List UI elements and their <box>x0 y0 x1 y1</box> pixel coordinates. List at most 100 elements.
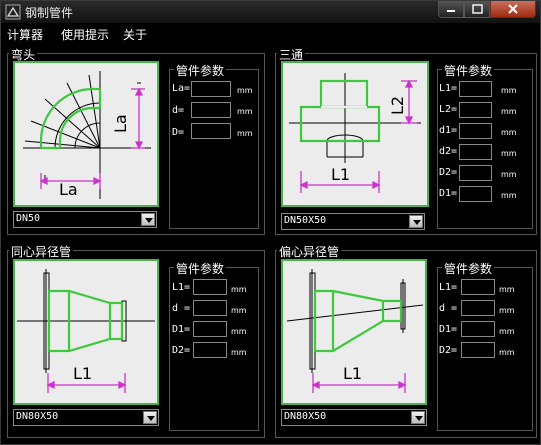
title-bar[interactable]: 钢制管件 <box>1 1 540 23</box>
elbow-drawing: La La <box>23 71 151 199</box>
tee-d2-input[interactable] <box>459 144 492 160</box>
tee-dropdown-button[interactable] <box>409 215 423 228</box>
eccentric-param-unit: mm <box>499 348 515 357</box>
tee-params-title: 管件参数 <box>442 62 495 79</box>
tee-param-unit: mm <box>501 107 517 116</box>
app-window: 钢制管件 计算器 使用提示 关于 弯头 La La 管件参数 La= mm d=… <box>0 0 541 445</box>
elbow-la-input[interactable] <box>191 81 231 97</box>
concentric-param-unit: mm <box>231 306 247 315</box>
chevron-down-icon <box>147 416 155 421</box>
eccentric-panel-title: 偏心异径管 <box>277 243 342 260</box>
concentric-size-value: DN80X50 <box>16 411 59 422</box>
tee-param-label: L1= <box>439 83 458 94</box>
eccentric-size-value: DN80X50 <box>284 411 327 422</box>
tee-D2-input[interactable] <box>459 165 492 181</box>
concentric-panel-title: 同心异径管 <box>9 243 74 260</box>
maximize-button[interactable] <box>464 1 490 18</box>
concentric-D1-input[interactable] <box>193 321 227 337</box>
elbow-param-unit: mm <box>237 129 253 138</box>
maximize-icon <box>472 4 483 14</box>
eccentric-d-input[interactable] <box>461 300 495 316</box>
eccentric-size-select[interactable]: DN80X50 <box>281 409 427 426</box>
tee-d1-input[interactable] <box>459 123 492 139</box>
tee-param-unit: mm <box>501 128 517 137</box>
app-icon <box>5 4 21 20</box>
elbow-dim-la-horizontal: La <box>59 180 78 199</box>
eccentric-diagram: L1 <box>281 259 427 405</box>
eccentric-param-label: D1= <box>439 324 458 335</box>
tee-param-unit: mm <box>501 86 517 95</box>
elbow-param-label: d= <box>172 105 185 116</box>
eccentric-l1-input[interactable] <box>461 279 495 295</box>
chevron-down-icon <box>413 220 421 225</box>
tee-param-label: L2= <box>439 104 458 115</box>
concentric-param-label: D1= <box>172 324 191 335</box>
concentric-D2-input[interactable] <box>193 342 227 358</box>
elbow-param-label: La= <box>172 83 191 94</box>
tee-param-label: D2= <box>439 167 458 178</box>
elbow-diagram: La La <box>13 61 159 207</box>
eccentric-param-label: L1= <box>439 282 458 293</box>
tee-param-unit: mm <box>501 170 517 179</box>
elbow-size-select[interactable]: DN50 <box>13 211 157 228</box>
close-icon <box>508 4 518 14</box>
concentric-param-label: d = <box>172 303 191 314</box>
concentric-param-label: D2= <box>172 345 191 356</box>
eccentric-dim-l1: L1 <box>343 364 362 383</box>
tee-diagram: L1 L2 <box>281 61 429 207</box>
chevron-down-icon <box>415 416 423 421</box>
tee-dim-l2: L2 <box>388 96 407 115</box>
eccentric-drawing: L1 <box>286 269 424 393</box>
eccentric-param-unit: mm <box>499 327 515 336</box>
concentric-d-input[interactable] <box>193 300 227 316</box>
concentric-param-label: L1= <box>172 282 191 293</box>
concentric-l1-input[interactable] <box>193 279 227 295</box>
minimize-icon <box>447 10 455 12</box>
concentric-params-title: 管件参数 <box>174 260 227 277</box>
tee-l1-input[interactable] <box>459 81 492 97</box>
elbow-dropdown-button[interactable] <box>141 213 155 226</box>
tee-param-unit: mm <box>501 191 517 200</box>
eccentric-param-label: d = <box>439 303 458 314</box>
concentric-size-select[interactable]: DN80X50 <box>13 409 159 426</box>
concentric-param-unit: mm <box>231 327 247 336</box>
concentric-drawing: L1 <box>17 269 155 393</box>
menu-usage-tips[interactable]: 使用提示 <box>61 26 109 43</box>
tee-param-label: D1= <box>439 188 458 199</box>
menu-bar: 计算器 使用提示 关于 <box>1 23 540 43</box>
tee-D1-input[interactable] <box>459 186 492 202</box>
eccentric-param-unit: mm <box>499 285 515 294</box>
concentric-param-unit: mm <box>231 285 247 294</box>
eccentric-D1-input[interactable] <box>461 321 495 337</box>
elbow-params-title: 管件参数 <box>174 62 227 79</box>
eccentric-param-label: D2= <box>439 345 458 356</box>
menu-about[interactable]: 关于 <box>123 26 147 43</box>
tee-param-label: d2= <box>439 146 458 157</box>
window-title: 钢制管件 <box>25 6 74 20</box>
elbow-D-input[interactable] <box>191 123 231 139</box>
elbow-d-input[interactable] <box>191 102 231 118</box>
tee-param-unit: mm <box>501 149 517 158</box>
eccentric-params-title: 管件参数 <box>442 260 495 277</box>
tee-drawing: L1 L2 <box>289 73 421 193</box>
tee-size-select[interactable]: DN50X50 <box>281 213 425 230</box>
concentric-param-unit: mm <box>231 348 247 357</box>
close-button[interactable] <box>490 1 536 18</box>
chevron-down-icon <box>145 218 153 223</box>
eccentric-param-unit: mm <box>499 306 515 315</box>
tee-dim-l1: L1 <box>331 165 350 184</box>
tee-param-label: d1= <box>439 125 458 136</box>
concentric-dim-l1: L1 <box>73 364 92 383</box>
elbow-param-label: D= <box>172 127 185 138</box>
eccentric-D2-input[interactable] <box>461 342 495 358</box>
tee-l2-input[interactable] <box>459 102 492 118</box>
concentric-diagram: L1 <box>13 259 159 405</box>
elbow-size-value: DN50 <box>16 213 41 224</box>
elbow-param-unit: mm <box>237 86 253 95</box>
eccentric-dropdown-button[interactable] <box>411 411 425 424</box>
elbow-param-unit: mm <box>237 107 253 116</box>
concentric-dropdown-button[interactable] <box>143 411 157 424</box>
menu-calculator[interactable]: 计算器 <box>7 26 43 43</box>
minimize-button[interactable] <box>438 1 464 18</box>
tee-size-value: DN50X50 <box>284 215 327 226</box>
